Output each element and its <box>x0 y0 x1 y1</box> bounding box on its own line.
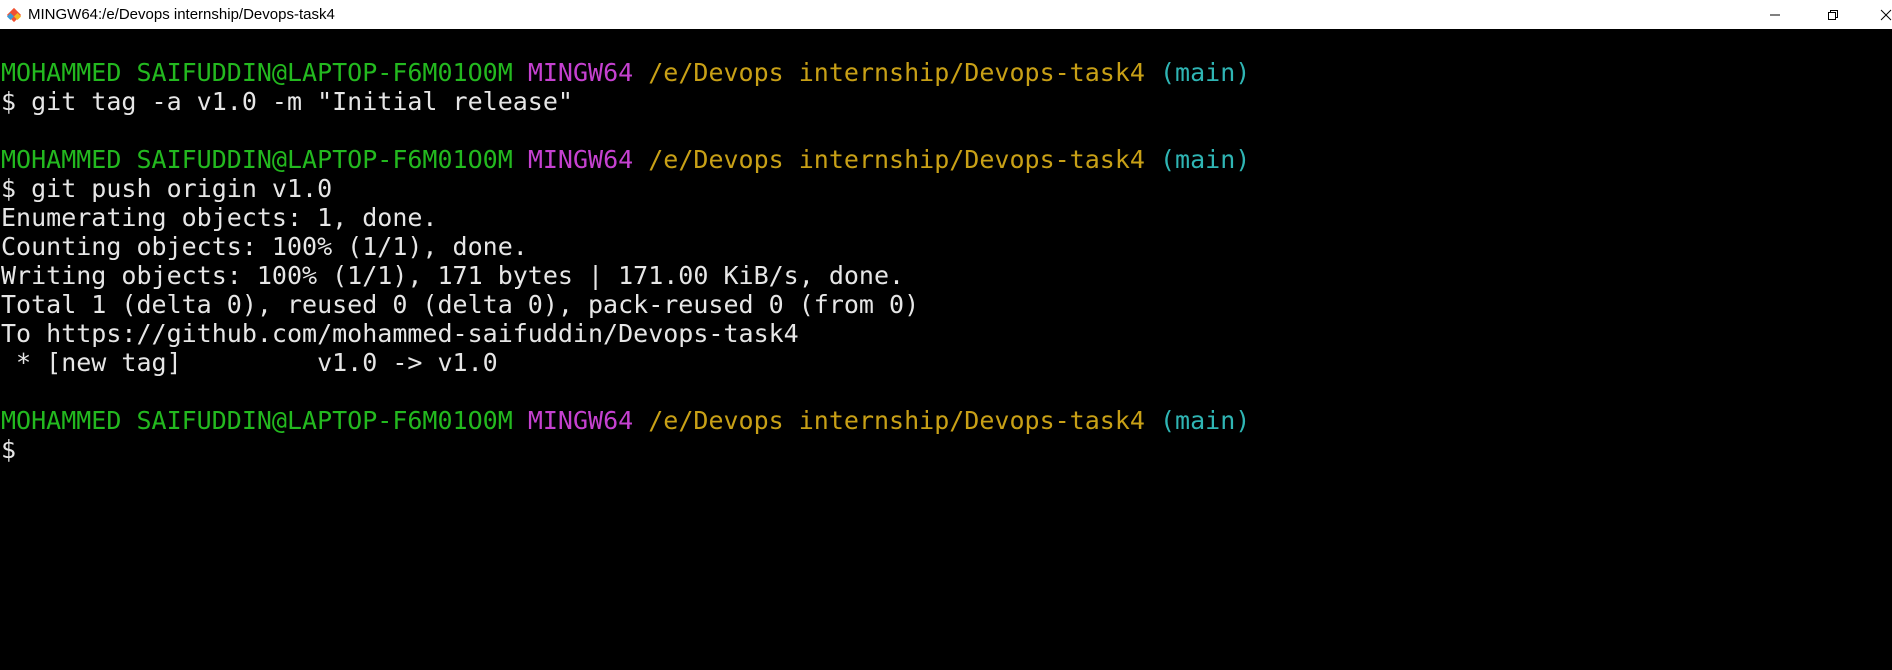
window-controls <box>1746 0 1892 29</box>
prompt-branch: (main) <box>1160 145 1251 174</box>
terminal-window: MINGW64:/e/Devops internship/Devops-task… <box>0 0 1892 670</box>
output-line: Total 1 (delta 0), reused 0 (delta 0), p… <box>1 290 920 319</box>
minimize-button[interactable] <box>1746 0 1804 29</box>
window-title: MINGW64:/e/Devops internship/Devops-task… <box>28 6 335 23</box>
restore-button[interactable] <box>1804 0 1862 29</box>
prompt-branch: (main) <box>1160 406 1251 435</box>
prompt-line: MOHAMMED SAIFUDDIN@LAPTOP-F6M01O0M MINGW… <box>0 406 1892 435</box>
terminal-output-area[interactable]: MOHAMMED SAIFUDDIN@LAPTOP-F6M01O0M MINGW… <box>0 29 1892 670</box>
prompt-line: MOHAMMED SAIFUDDIN@LAPTOP-F6M01O0M MINGW… <box>0 58 1892 87</box>
title-bar[interactable]: MINGW64:/e/Devops internship/Devops-task… <box>0 0 1892 29</box>
minimize-icon <box>1770 14 1780 15</box>
prompt-path: /e/Devops internship/Devops-task4 <box>648 145 1145 174</box>
prompt-path: /e/Devops internship/Devops-task4 <box>648 406 1145 435</box>
prompt-user: MOHAMMED SAIFUDDIN@LAPTOP-F6M01O0M <box>1 58 513 87</box>
close-icon <box>1880 9 1892 20</box>
prompt-path: /e/Devops internship/Devops-task4 <box>648 58 1145 87</box>
prompt-system: MINGW64 <box>527 58 634 87</box>
output-line: Enumerating objects: 1, done. <box>1 203 438 232</box>
command-line: $ git tag -a v1.0 -m "Initial release" <box>1 87 573 116</box>
prompt-user: MOHAMMED SAIFUDDIN@LAPTOP-F6M01O0M <box>1 145 513 174</box>
output-line: To https://github.com/mohammed-saifuddin… <box>1 319 799 348</box>
output-line: Writing objects: 100% (1/1), 171 bytes |… <box>1 261 905 290</box>
output-line: * [new tag] v1.0 -> v1.0 <box>1 348 498 377</box>
prompt-system: MINGW64 <box>527 145 634 174</box>
output-line: Counting objects: 100% (1/1), done. <box>1 232 528 261</box>
prompt-system: MINGW64 <box>527 406 634 435</box>
prompt-line: MOHAMMED SAIFUDDIN@LAPTOP-F6M01O0M MINGW… <box>0 145 1892 174</box>
restore-icon <box>1828 9 1838 20</box>
prompt-branch: (main) <box>1160 58 1251 87</box>
prompt-user: MOHAMMED SAIFUDDIN@LAPTOP-F6M01O0M <box>1 406 513 435</box>
command-line: $ git push origin v1.0 <box>1 174 333 203</box>
git-bash-icon <box>6 7 22 23</box>
command-input-line[interactable]: $ <box>0 435 1892 464</box>
close-button[interactable] <box>1862 0 1892 29</box>
